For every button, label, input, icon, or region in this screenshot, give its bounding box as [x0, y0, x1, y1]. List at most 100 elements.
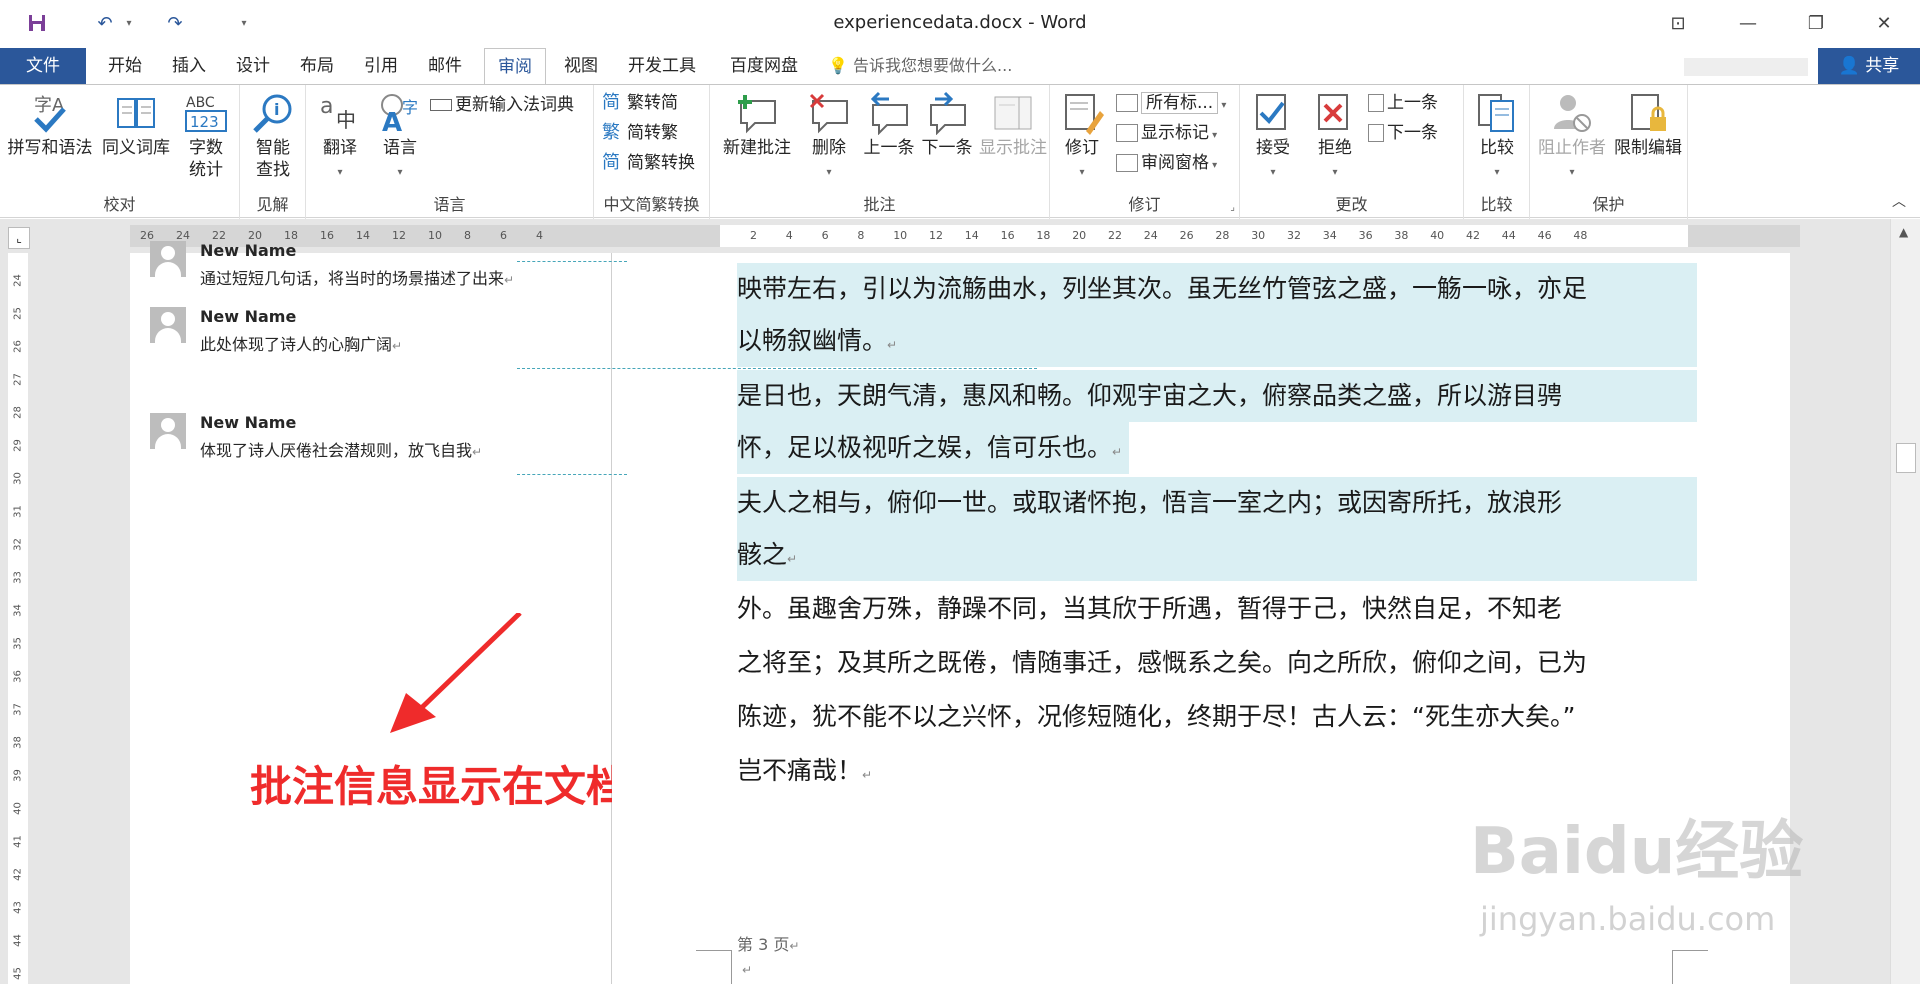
convert-icon: 简: [602, 152, 620, 173]
tab-view[interactable]: 视图: [552, 48, 610, 84]
ribbon-review: 字A 拼写和语法 同义词库 ABC 123 字数 统计 校对 i 智能 查找 见解…: [0, 84, 1920, 219]
traditional-icon: 繁: [602, 122, 620, 143]
keyboard-icon: [430, 99, 452, 111]
page-number-footer: 第 3 页↵: [737, 935, 800, 954]
show-comments-icon: [994, 96, 1032, 130]
show-markup-button[interactable]: 显示标记 ▾: [1116, 119, 1217, 147]
document-line: 夫人之相与，俯仰一世。或取诸怀抱，悟言一室之内；或因寄所托，放浪形: [737, 477, 1697, 529]
simplified-to-traditional-button[interactable]: 繁简转繁: [602, 119, 678, 147]
thesaurus-button[interactable]: 同义词库: [98, 91, 174, 159]
reject-icon: [1318, 94, 1348, 130]
tab-baidu-netdisk[interactable]: 百度网盘: [716, 48, 812, 84]
ruler-tick: 33: [12, 571, 24, 584]
group-label-changes: 更改: [1335, 195, 1368, 214]
ruler-tick: 46: [1537, 229, 1552, 242]
minimize-button[interactable]: —: [1718, 6, 1778, 40]
ruler-tick: 16: [320, 229, 334, 242]
language-icon: A字: [381, 94, 418, 135]
group-label-language: 语言: [433, 195, 466, 214]
document-line: 岂不痛哉！↵: [737, 756, 873, 785]
tab-design[interactable]: 设计: [224, 48, 282, 84]
previous-comment-button[interactable]: 上一条: [860, 91, 918, 159]
group-compare: 比较 ▾ 比较: [1464, 85, 1530, 219]
next-change-button[interactable]: 下一条: [1368, 119, 1438, 147]
translate-button[interactable]: a中 翻译 ▾: [310, 91, 370, 184]
ruler-tick: 44: [1501, 229, 1516, 242]
previous-change-button[interactable]: 上一条: [1368, 89, 1438, 117]
red-arrow-annotation: [390, 613, 522, 733]
tab-file[interactable]: 文件: [0, 48, 86, 84]
maximize-button[interactable]: ❐: [1786, 6, 1846, 40]
tab-references[interactable]: 引用: [352, 48, 410, 84]
ruler-tick: 2: [750, 229, 757, 242]
tab-home[interactable]: 开始: [96, 48, 154, 84]
book-icon: [117, 98, 155, 128]
language-button[interactable]: A字 语言 ▾: [370, 91, 430, 184]
markup-view-dropdown[interactable]: 所有标... ▾: [1116, 89, 1226, 117]
avatar: [150, 241, 186, 277]
tab-layout[interactable]: 布局: [288, 48, 346, 84]
track-changes-button[interactable]: 修订 ▾: [1054, 91, 1110, 184]
ruler-tick: 27: [12, 373, 24, 386]
reviewing-pane-icon: [1116, 154, 1138, 172]
reviewing-pane-button[interactable]: 审阅窗格 ▾: [1116, 149, 1217, 177]
spelling-grammar-button[interactable]: 字A 拼写和语法: [4, 91, 96, 159]
ruler-tick: 38: [12, 736, 24, 749]
ruler-tick: 6: [500, 229, 507, 242]
previous-change-icon: [1368, 94, 1384, 112]
ruler-tick: 6: [821, 229, 829, 242]
restrict-editing-button[interactable]: 限制编辑: [1610, 91, 1686, 159]
new-comment-button[interactable]: 新建批注: [714, 91, 800, 159]
scrollbar-thumb[interactable]: [1896, 443, 1916, 473]
ruler-tick: 20: [1072, 229, 1087, 242]
vertical-ruler[interactable]: 24 25 26 27 28 29 30 31 32 33 34 35 36 37 38 39 40 41 42 43…: [8, 253, 28, 984]
group-protect: 阻止作者 ▾ 限制编辑 保护: [1530, 85, 1688, 219]
group-label-compare: 比较: [1480, 195, 1513, 214]
document-line: 陈迹，犹不能不以之兴怀，况修短随化，终期于尽！古人云：“死生亦大矣。”: [737, 702, 1576, 731]
ruler-tick: 31: [12, 505, 24, 518]
word-count-button[interactable]: ABC 123 字数 统计: [178, 91, 234, 181]
tab-selector[interactable]: ⌞: [8, 227, 30, 249]
lightbulb-icon: 💡: [828, 56, 848, 75]
tracking-options-launcher-icon[interactable]: ⌟: [1230, 202, 1235, 213]
svg-text:123: 123: [190, 113, 219, 131]
reject-button[interactable]: 拒绝 ▾: [1306, 91, 1364, 184]
delete-comment-button[interactable]: 删除 ▾: [800, 91, 858, 184]
restrict-editing-icon: [1631, 94, 1666, 131]
document-line: 怀，足以极视听之娱，信可乐也。↵: [737, 422, 1129, 474]
ruler-tick: 25: [12, 307, 24, 320]
baidu-watermark-url: jingyan.baidu.com: [1480, 900, 1776, 938]
group-comments: 新建批注 删除 ▾ 上一条 下一条 显示批注 批注: [710, 85, 1050, 219]
comment-text: 体现了诗人厌倦社会潜规则，放飞自我↵: [200, 441, 483, 460]
baidu-watermark: Baidu经验: [1470, 815, 1804, 889]
traditional-to-simplified-button[interactable]: 简繁转简: [602, 89, 678, 117]
ruler-tick: 10: [428, 229, 442, 242]
close-button[interactable]: ✕: [1854, 6, 1914, 40]
vertical-scrollbar[interactable]: ▲: [1890, 219, 1920, 984]
smart-lookup-button[interactable]: i 智能 查找: [244, 91, 302, 181]
simplified-icon: 简: [602, 92, 620, 113]
next-comment-icon: [930, 91, 966, 135]
avatar: [150, 413, 186, 449]
scroll-up-icon[interactable]: ▲: [1899, 225, 1908, 239]
tell-me-search[interactable]: 💡 告诉我您想要做什么...: [828, 48, 1012, 84]
tab-insert[interactable]: 插入: [160, 48, 218, 84]
collapse-ribbon-icon[interactable]: ︿: [1892, 191, 1906, 211]
ruler-tick: 30: [1251, 229, 1266, 242]
next-comment-button[interactable]: 下一条: [918, 91, 976, 159]
compare-button[interactable]: 比较 ▾: [1468, 91, 1526, 184]
share-button[interactable]: 👤 共享: [1818, 48, 1920, 84]
tab-mailings[interactable]: 邮件: [416, 48, 474, 84]
ribbon-display-options-icon[interactable]: ⊡: [1648, 6, 1708, 40]
document-line: 映带左右，引以为流觞曲水，列坐其次。虽无丝竹管弦之盛，一觞一咏，亦足: [737, 263, 1697, 315]
comment-author: New Name: [200, 413, 297, 432]
show-comments-button[interactable]: 显示批注: [976, 91, 1050, 159]
accept-button[interactable]: 接受 ▾: [1244, 91, 1302, 184]
simplified-traditional-convert-button[interactable]: 简简繁转换: [602, 149, 695, 177]
update-ime-dictionary-button[interactable]: 更新输入法词典: [430, 91, 574, 119]
tab-developer[interactable]: 开发工具: [616, 48, 708, 84]
horizontal-ruler[interactable]: 26 24 22 20 18 16 14 12 10 8 6 4 2 4 6 8 10 12 14 16 18 20 22…: [130, 225, 1800, 247]
block-authors-button[interactable]: 阻止作者 ▾: [1534, 91, 1610, 184]
comment-author: New Name: [200, 307, 297, 326]
tab-review[interactable]: 审阅: [484, 48, 546, 84]
